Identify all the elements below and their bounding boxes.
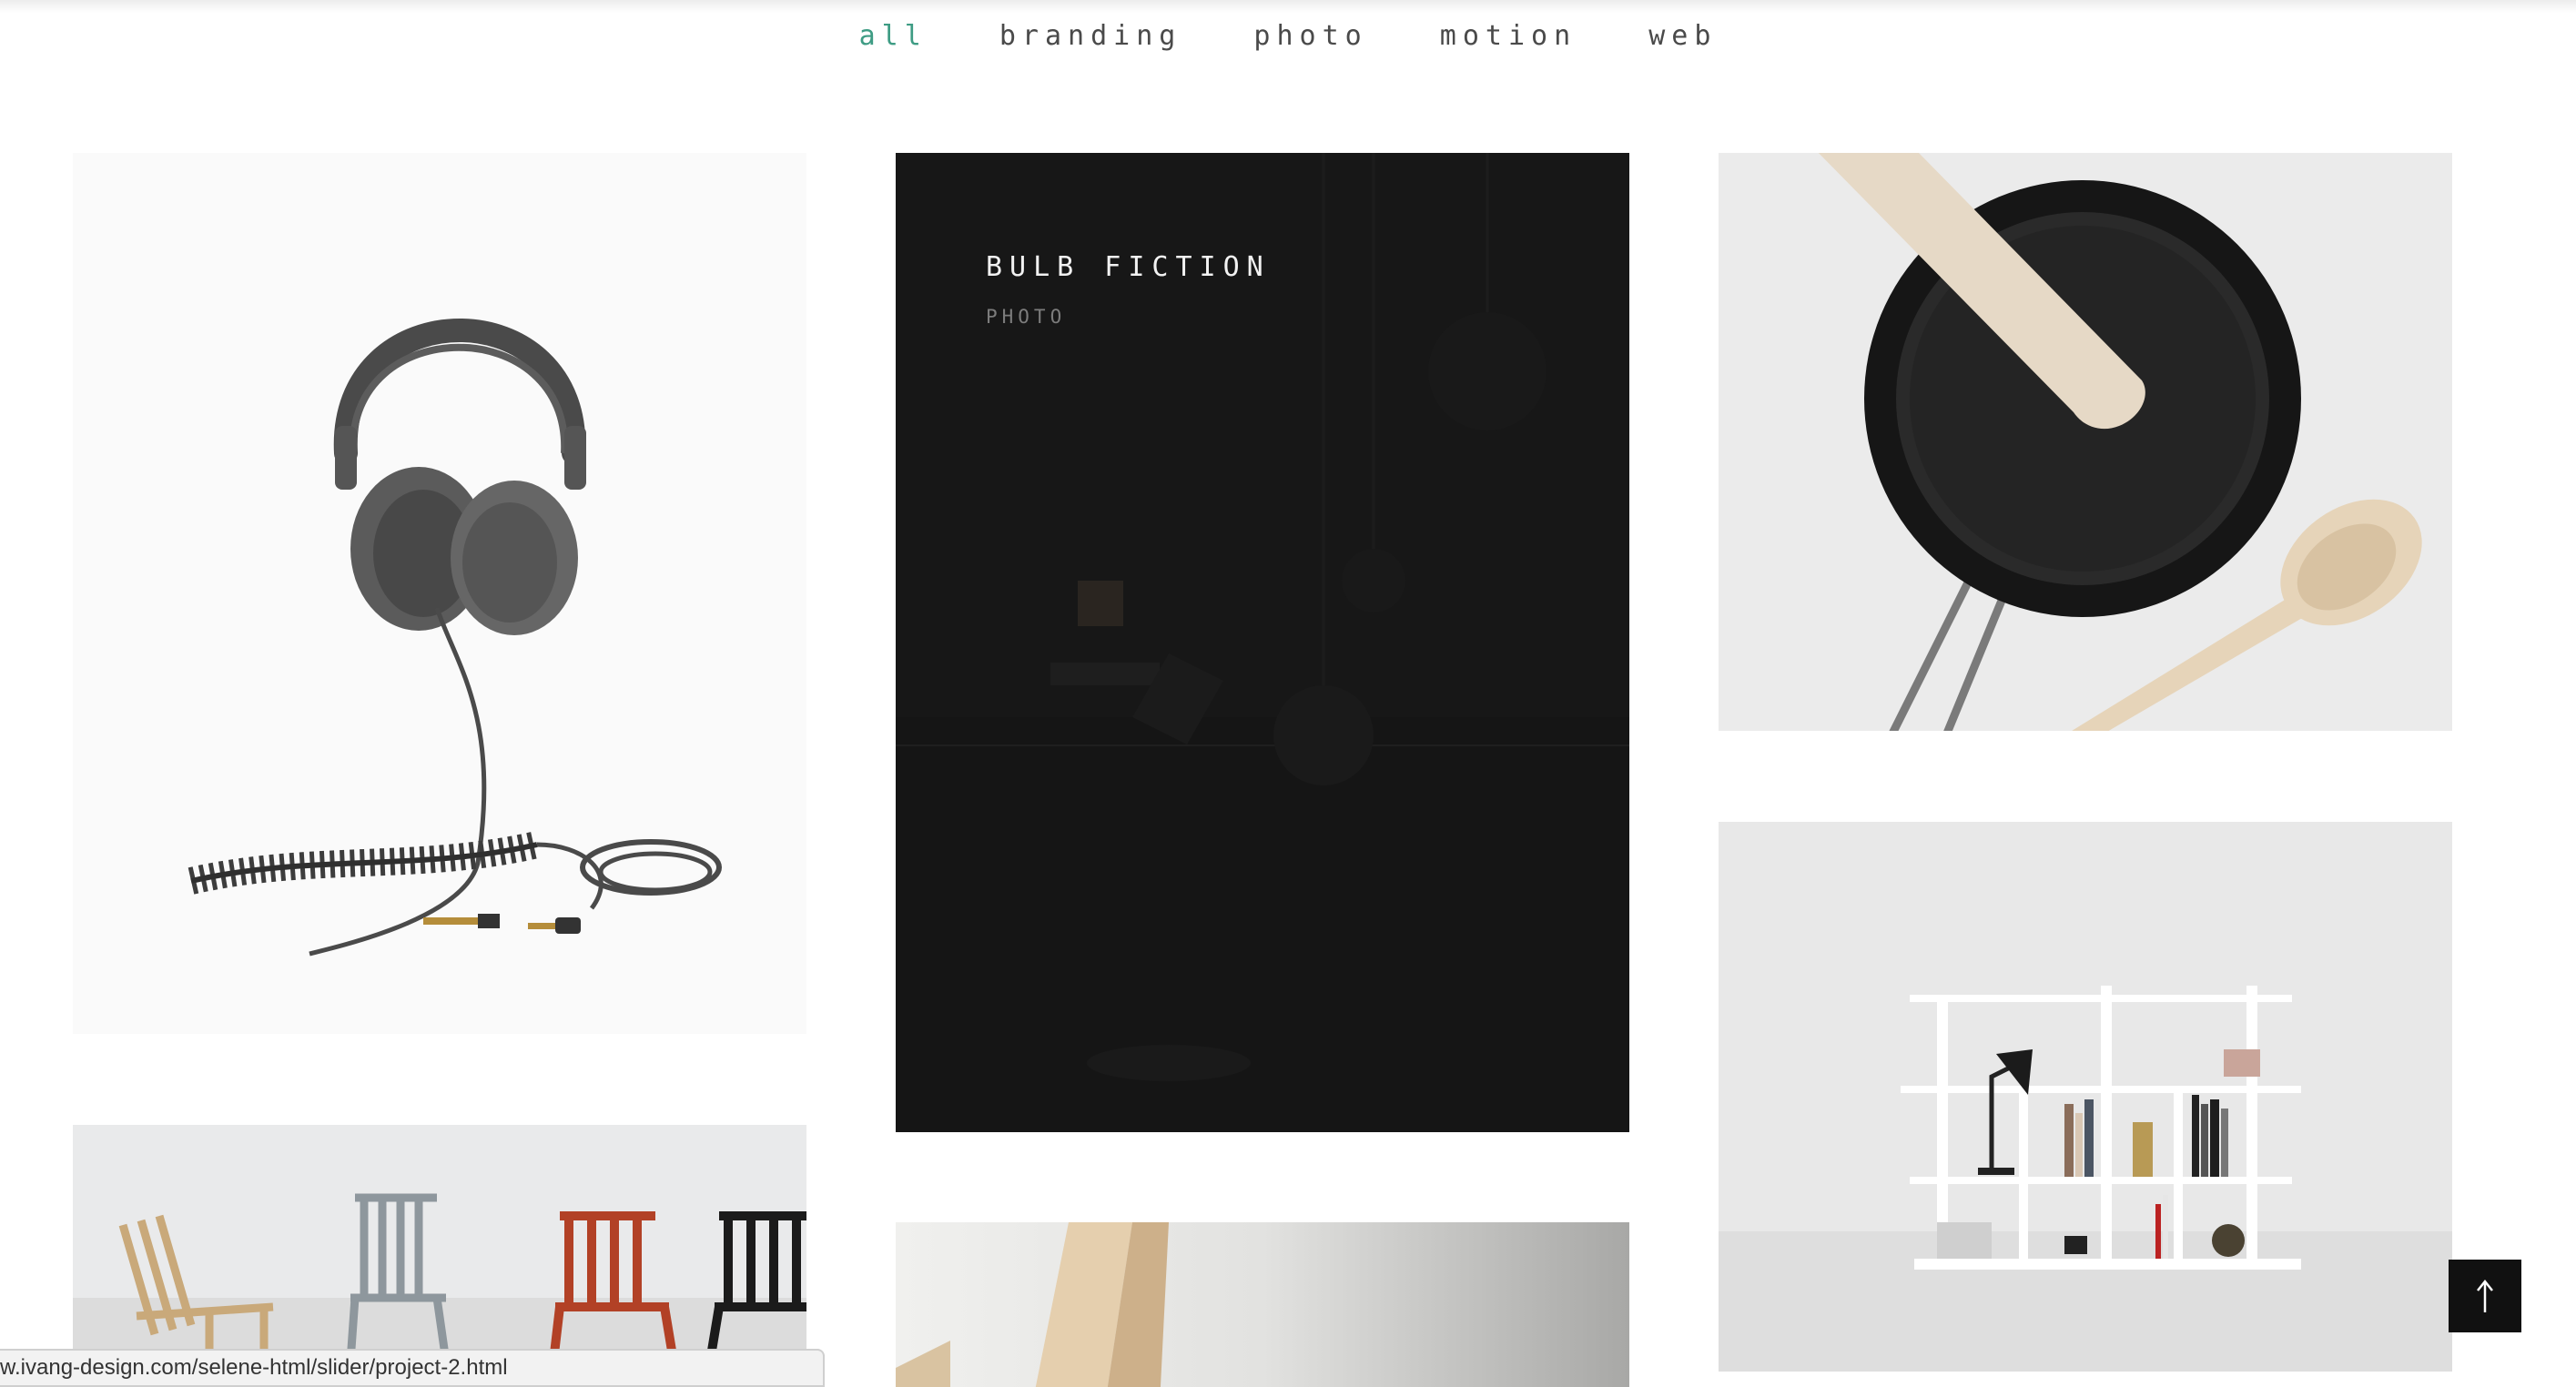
- shelf-image: [1719, 822, 2452, 1372]
- project-tile-wood[interactable]: [896, 1222, 1629, 1387]
- project-tile-headphones[interactable]: [73, 153, 806, 1034]
- statusbar-url: w.ivang-design.com/selene-html/slider/pr…: [0, 1355, 508, 1380]
- project-title[interactable]: BULB FICTION: [986, 251, 1271, 283]
- back-to-top-button[interactable]: [2449, 1260, 2521, 1332]
- project-tile-pan[interactable]: [1719, 153, 2452, 731]
- link-preview-statusbar: w.ivang-design.com/selene-html/slider/pr…: [0, 1349, 825, 1387]
- project-category: PHOTO: [986, 306, 1067, 328]
- project-tile-chairs[interactable]: [73, 1125, 806, 1387]
- filter-branding[interactable]: branding: [999, 16, 1182, 56]
- project-tile-bulb-fiction[interactable]: BULB FICTION PHOTO: [896, 153, 1629, 1132]
- project-tile-shelf[interactable]: [1719, 822, 2452, 1372]
- pan-image: [1719, 153, 2452, 731]
- filter-web[interactable]: web: [1648, 16, 1717, 56]
- arrow-up-icon: [2477, 1279, 2493, 1312]
- bulb-fiction-image: [896, 153, 1629, 1132]
- wood-image: [896, 1222, 1629, 1387]
- headphones-image: [188, 319, 722, 957]
- portfolio-filter-nav: all branding photo motion web: [0, 16, 2576, 56]
- filter-photo[interactable]: photo: [1253, 16, 1367, 56]
- filter-all[interactable]: all: [859, 16, 928, 56]
- chairs-image: [73, 1125, 806, 1387]
- top-shadow: [0, 0, 2576, 13]
- filter-motion[interactable]: motion: [1440, 16, 1577, 56]
